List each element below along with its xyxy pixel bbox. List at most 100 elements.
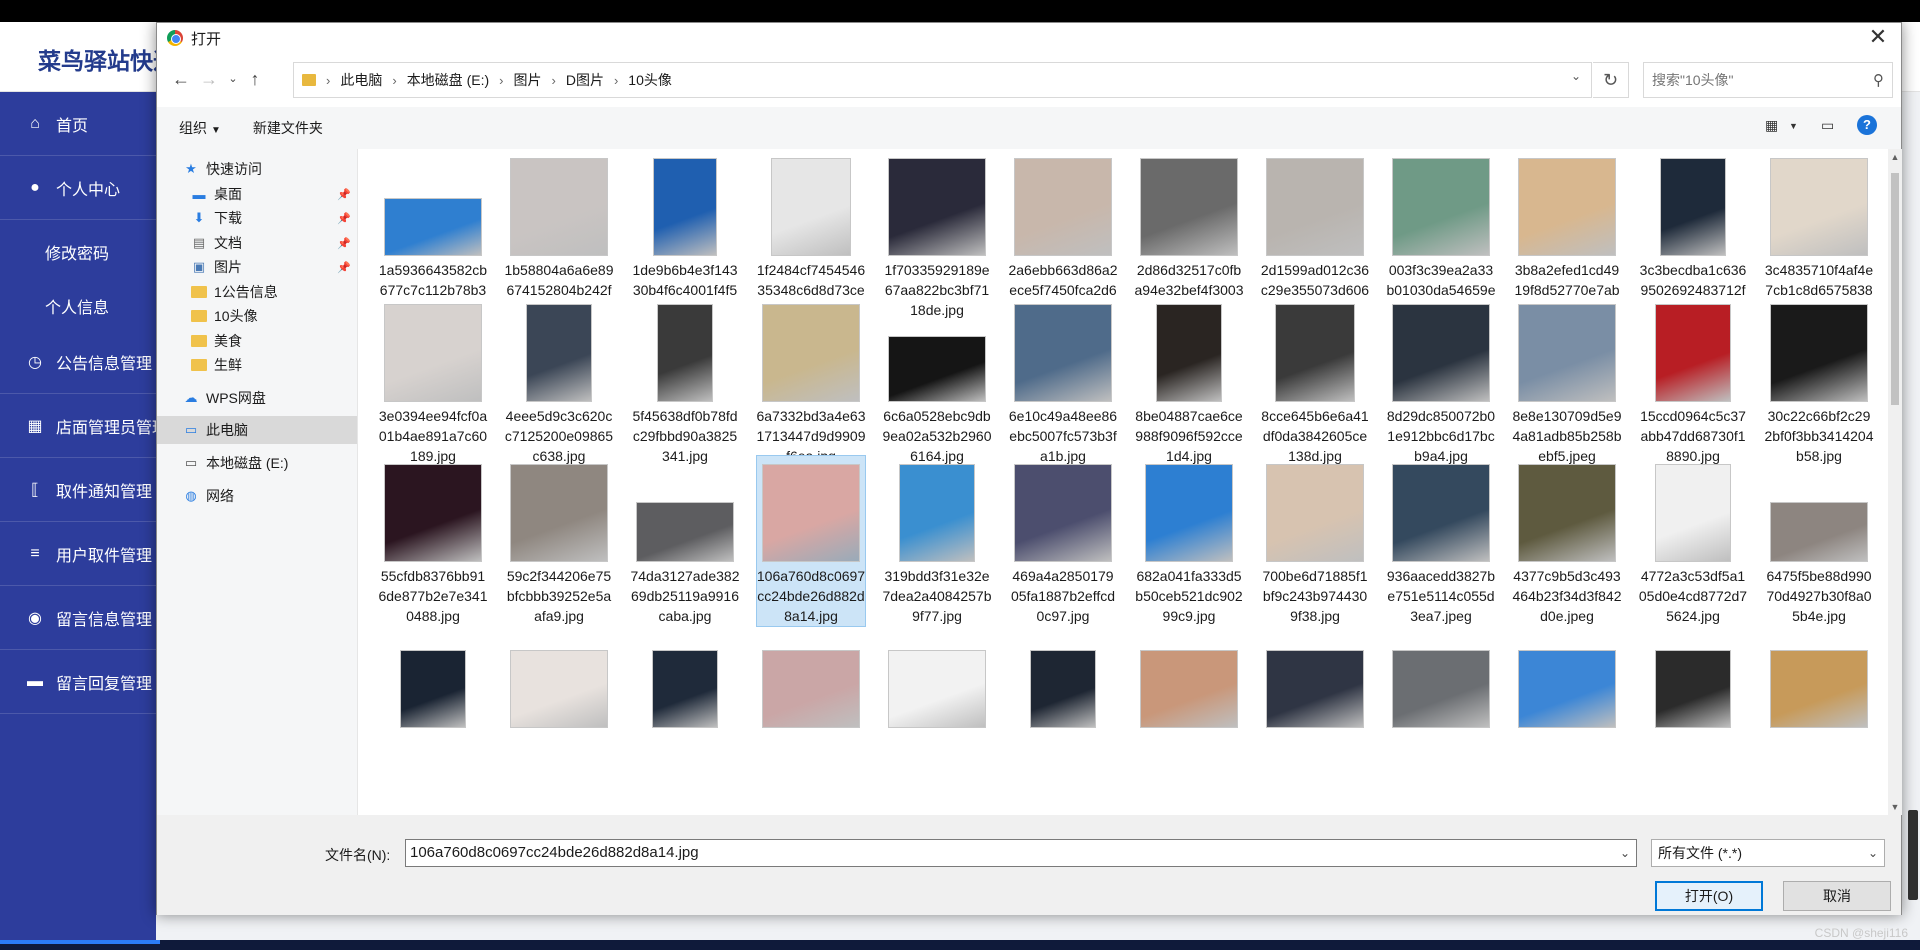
- file-item[interactable]: 8be04887cae6ce988f9096f592cce1d4.jpg: [1134, 295, 1244, 467]
- file-item[interactable]: 8d29dc850072b01e912bbc6d17bcb9a4.jpg: [1386, 295, 1496, 467]
- nav-tree-item[interactable]: ⬇ 下载 📌: [157, 204, 357, 232]
- back-icon[interactable]: ←: [167, 65, 195, 93]
- view-dropdown-icon[interactable]: ▼: [1789, 121, 1798, 131]
- breadcrumb-item[interactable]: 10头像: [628, 70, 672, 90]
- file-item[interactable]: [1512, 621, 1622, 733]
- file-item[interactable]: 469a4a2850179 05fa1887b2effcd0c97.jpg: [1008, 455, 1118, 627]
- breadcrumb-item[interactable]: 图片: [513, 70, 541, 90]
- file-item[interactable]: 55cfdb8376bb916de877b2e7e3410488.jpg: [378, 455, 488, 627]
- file-item[interactable]: 8e8e130709d5e94a81adb85b258bebf5.jpeg: [1512, 295, 1622, 467]
- file-item[interactable]: 59c2f344206e75bfcbbb39252e5aafa9.jpg: [504, 455, 614, 627]
- chevron-right-icon[interactable]: ›: [392, 73, 396, 88]
- chevron-down-icon[interactable]: ⌄: [1868, 840, 1878, 866]
- file-item[interactable]: [1764, 621, 1874, 733]
- file-item[interactable]: [1386, 621, 1496, 733]
- breadcrumb-item[interactable]: 本地磁盘 (E:): [407, 70, 489, 90]
- pin-icon[interactable]: 📌: [337, 261, 351, 274]
- file-item[interactable]: [1134, 621, 1244, 733]
- nav-tree-item[interactable]: ▭ 此电脑: [157, 416, 357, 444]
- file-item[interactable]: 6e10c49a48ee86ebc5007fc573b3fa1b.jpg: [1008, 295, 1118, 467]
- dialog-titlebar: 打开 ✕: [157, 23, 1901, 53]
- folder-icon: [191, 285, 207, 299]
- scroll-up-icon[interactable]: ▲: [1888, 149, 1902, 165]
- file-item[interactable]: [1260, 621, 1370, 733]
- organize-menu[interactable]: 组织 ▼: [179, 118, 221, 138]
- file-item[interactable]: 4377c9b5d3c493464b23f34d3f842d0e.jpeg: [1512, 455, 1622, 627]
- sidebar-item[interactable]: ≡ 用户取件管理: [0, 522, 156, 586]
- nav-tree-item[interactable]: 生鲜: [157, 351, 357, 379]
- file-item[interactable]: [882, 621, 992, 733]
- sidebar-item[interactable]: 个人信息: [0, 274, 156, 338]
- file-item[interactable]: 936aacedd3827be751e5114c055d3ea7.jpeg: [1386, 455, 1496, 627]
- file-item[interactable]: 319bdd3f31e32e7dea2a4084257b9f77.jpg: [882, 455, 992, 627]
- file-item[interactable]: 4772a3c53df5a105d0e4cd8772d75624.jpg: [1638, 455, 1748, 627]
- file-item[interactable]: [378, 621, 488, 733]
- pin-icon[interactable]: 📌: [337, 212, 351, 225]
- cancel-button[interactable]: 取消: [1783, 881, 1891, 911]
- sidebar-item[interactable]: ⌂ 首页: [0, 92, 156, 156]
- chevron-right-icon[interactable]: ›: [499, 73, 503, 88]
- preview-pane-icon[interactable]: ▭: [1821, 117, 1834, 134]
- up-icon[interactable]: ↑: [241, 65, 269, 93]
- search-box[interactable]: ⚲: [1643, 62, 1893, 98]
- file-type-select[interactable]: 所有文件 (*.*) ⌄: [1651, 839, 1885, 867]
- file-item[interactable]: 4eee5d9c3c620cc7125200e09865c638.jpg: [504, 295, 614, 467]
- pin-icon[interactable]: 📌: [337, 188, 351, 201]
- address-bar[interactable]: › 此电脑 › 本地磁盘 (E:) › 图片 › D图片 › 10头像 ⌄: [293, 62, 1592, 98]
- nav-tree-item[interactable]: ▣ 图片 📌: [157, 253, 357, 281]
- file-item[interactable]: [756, 621, 866, 733]
- nav-tree-item[interactable]: ☁ WPS网盘: [157, 384, 357, 412]
- sidebar-item[interactable]: ◉ 留言信息管理: [0, 586, 156, 650]
- file-item[interactable]: 15ccd0964c5c37abb47dd68730f18890.jpg: [1638, 295, 1748, 467]
- breadcrumb-item[interactable]: 此电脑: [340, 70, 382, 90]
- pin-icon[interactable]: 📌: [337, 237, 351, 250]
- refresh-icon[interactable]: ↻: [1593, 62, 1629, 98]
- thumbnail-frame: [630, 150, 740, 260]
- new-folder-button[interactable]: 新建文件夹: [253, 118, 323, 138]
- sidebar-item[interactable]: ◷ 公告信息管理: [0, 330, 156, 394]
- file-item[interactable]: 106a760d8c0697cc24bde26d882d8a14.jpg: [756, 455, 866, 627]
- file-item[interactable]: [504, 621, 614, 733]
- scroll-down-icon[interactable]: ▼: [1888, 799, 1902, 815]
- chevron-right-icon[interactable]: ›: [614, 73, 618, 88]
- scrollbar-thumb[interactable]: [1891, 173, 1899, 405]
- file-item[interactable]: 6475f5be88d99070d4927b30f8a05b4e.jpg: [1764, 455, 1874, 627]
- file-item[interactable]: [630, 621, 740, 733]
- search-input[interactable]: [1652, 72, 1852, 88]
- file-item[interactable]: [1638, 621, 1748, 733]
- nav-tree-item[interactable]: ◍ 网络: [157, 482, 357, 510]
- vertical-scrollbar[interactable]: ▲ ▼: [1888, 149, 1902, 815]
- file-item[interactable]: 682a041fa333d5b50ceb521dc90299c9.jpg: [1134, 455, 1244, 627]
- file-item[interactable]: 6a7332bd3a4e631713447d9d9909f6ea.jpg: [756, 295, 866, 467]
- nav-tree-item[interactable]: ★ 快速访问: [157, 155, 357, 183]
- open-button[interactable]: 打开(O): [1655, 881, 1763, 911]
- chevron-down-icon[interactable]: ⌄: [1620, 840, 1630, 866]
- thumbnail-frame: [1008, 456, 1118, 566]
- thumbnail-frame: [1134, 456, 1244, 566]
- file-item[interactable]: [1008, 621, 1118, 733]
- close-icon[interactable]: ✕: [1865, 25, 1891, 51]
- search-icon[interactable]: ⚲: [1873, 71, 1884, 89]
- file-item[interactable]: 8cce645b6e6a41df0da3842605ce138d.jpg: [1260, 295, 1370, 467]
- nav-tree-item[interactable]: 10头像: [157, 302, 357, 330]
- nav-tree-item[interactable]: ▭ 本地磁盘 (E:): [157, 449, 357, 477]
- sidebar-item[interactable]: ⟦ 取件通知管理: [0, 458, 156, 522]
- chevron-right-icon[interactable]: ›: [551, 73, 555, 88]
- sidebar-item[interactable]: ● 个人中心: [0, 156, 156, 220]
- file-item[interactable]: 3e0394ee94fcf0a01b4ae891a7c60189.jpg: [378, 295, 488, 467]
- file-item[interactable]: 700be6d71885f1bf9c243b9744309f38.jpg: [1260, 455, 1370, 627]
- filename-input[interactable]: 106a760d8c0697cc24bde26d882d8a14.jpg ⌄: [405, 839, 1637, 867]
- sidebar-item[interactable]: ▦ 店面管理员管理: [0, 394, 156, 458]
- file-item[interactable]: 6c6a0528ebc9db9ea02a532b29606164.jpg: [882, 295, 992, 467]
- view-icon[interactable]: ▦: [1765, 117, 1778, 134]
- file-item[interactable]: 5f45638df0b78fdc29fbbd90a3825341.jpg: [630, 295, 740, 467]
- image-thumbnail: [1140, 650, 1238, 728]
- sidebar-item[interactable]: ▬ 留言回复管理: [0, 650, 156, 714]
- file-item[interactable]: 74da3127ade38269db25119a9916caba.jpg: [630, 455, 740, 627]
- breadcrumb-item[interactable]: D图片: [566, 70, 604, 90]
- chevron-down-icon[interactable]: ⌄: [1571, 69, 1581, 83]
- file-item[interactable]: 30c22c66bf2c292bf0f3bb3414204b58.jpg: [1764, 295, 1874, 467]
- help-icon[interactable]: ?: [1857, 115, 1877, 135]
- chevron-right-icon[interactable]: ›: [326, 73, 330, 88]
- image-thumbnail: [1140, 158, 1238, 256]
